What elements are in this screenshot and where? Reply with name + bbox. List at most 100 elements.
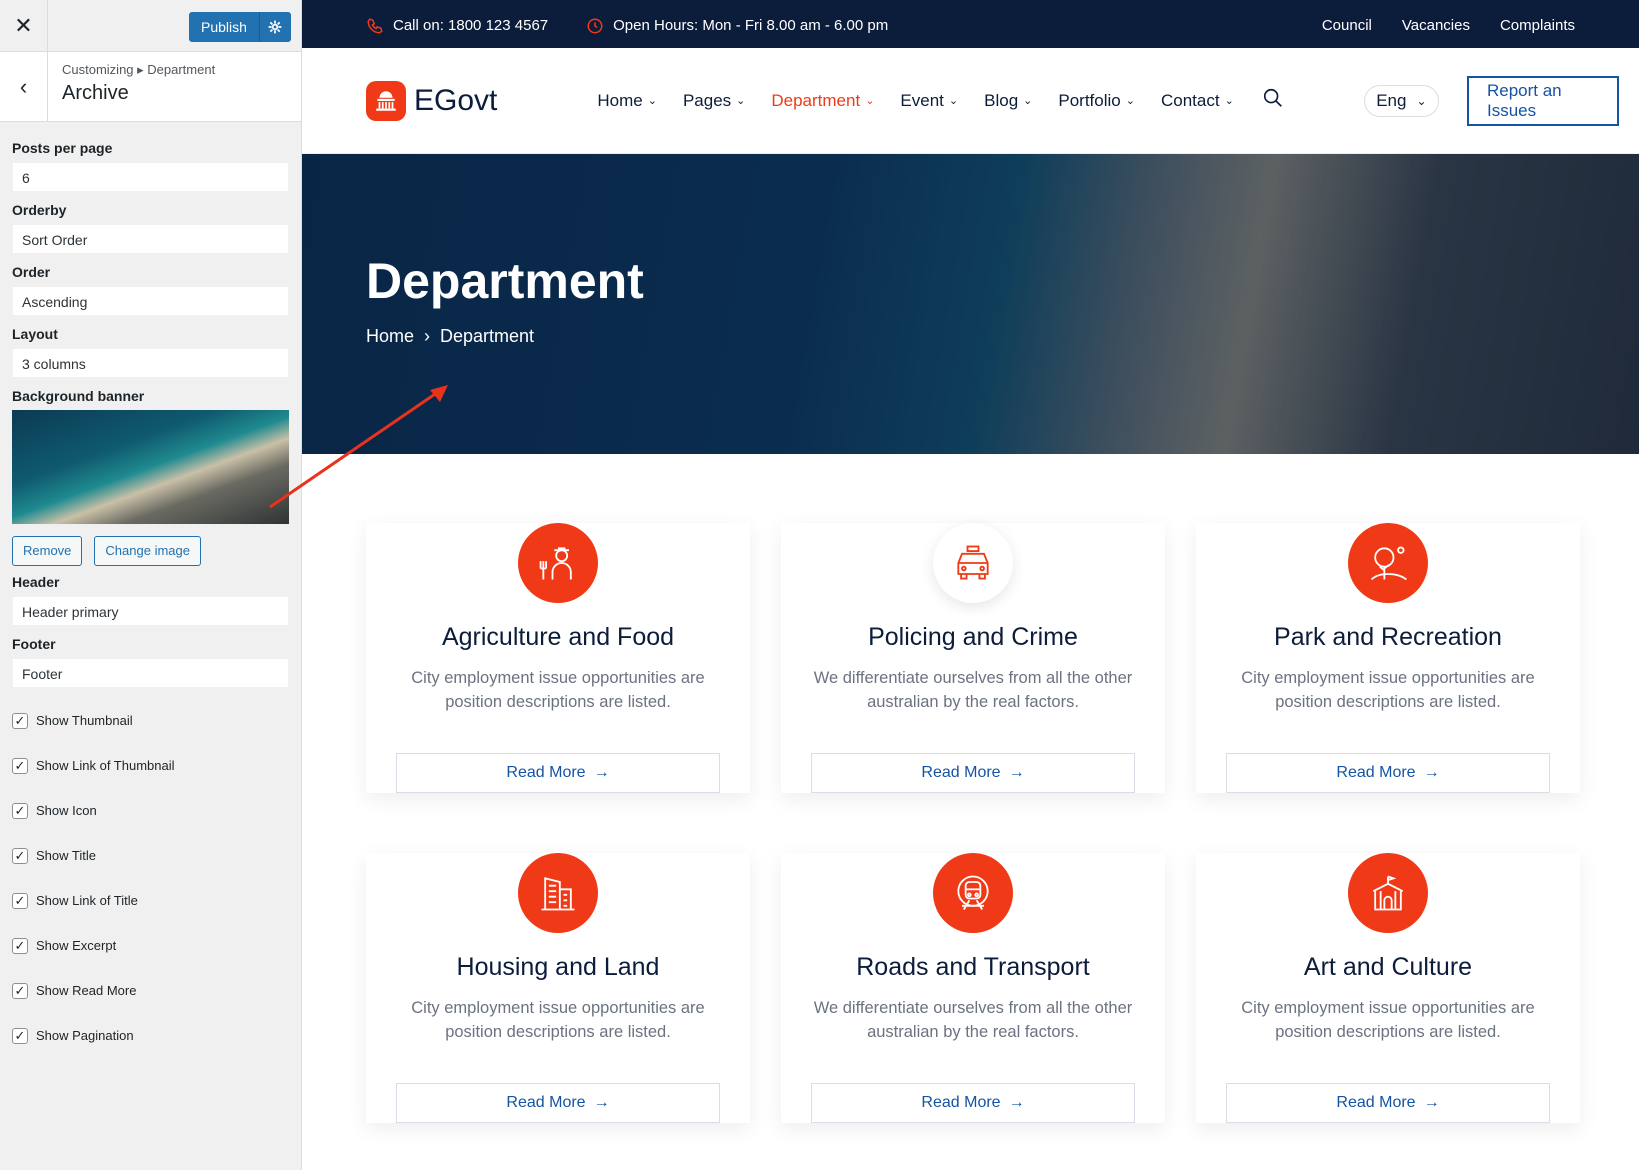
park-tree-icon[interactable]: [1348, 523, 1428, 603]
back-icon[interactable]: ‹: [0, 52, 48, 121]
police-car-icon[interactable]: [933, 523, 1013, 603]
banner-thumbnail[interactable]: [12, 410, 289, 524]
card-title[interactable]: Housing and Land: [366, 953, 750, 982]
chevron-down-icon: ⌄: [1023, 95, 1033, 107]
change-image-button[interactable]: Change image: [94, 536, 201, 566]
read-more-button[interactable]: Read More →: [396, 1083, 720, 1123]
show-title-checkbox[interactable]: ✓ Show Title: [12, 833, 289, 878]
department-card: Agriculture and Food City employment iss…: [366, 523, 750, 793]
close-icon[interactable]: ✕: [0, 0, 48, 52]
card-excerpt: We differentiate ourselves from all the …: [813, 999, 1133, 1041]
show-icon-checkbox[interactable]: ✓ Show Icon: [12, 788, 289, 833]
menu-label: Portfolio: [1058, 90, 1121, 110]
tent-icon[interactable]: [1348, 853, 1428, 933]
show-link-of-thumbnail-checkbox[interactable]: ✓ Show Link of Thumbnail: [12, 743, 289, 788]
menu-department[interactable]: Department ⌄: [771, 91, 874, 111]
chevron-down-icon: ⌄: [647, 95, 657, 107]
check-icon[interactable]: ✓: [12, 1027, 28, 1044]
capitol-icon: [366, 80, 406, 121]
card-title[interactable]: Art and Culture: [1196, 953, 1580, 982]
breadcrumb-home[interactable]: Home: [366, 326, 414, 347]
check-icon[interactable]: ✓: [12, 937, 28, 954]
checkbox-label: Show Title: [36, 848, 96, 863]
menu-event[interactable]: Event ⌄: [900, 91, 958, 111]
card-title[interactable]: Agriculture and Food: [366, 623, 750, 652]
clock-icon: [587, 18, 603, 33]
read-more-button[interactable]: Read More →: [1226, 1083, 1550, 1123]
read-more-button[interactable]: Read More →: [396, 753, 720, 793]
department-card: Park and Recreation City employment issu…: [1196, 523, 1580, 793]
show-pagination-checkbox[interactable]: ✓ Show Pagination: [12, 1013, 289, 1058]
card-excerpt: City employment issue opportunities are …: [1241, 999, 1535, 1041]
read-more-label: Read More: [1336, 1094, 1416, 1111]
orderby-label: Orderby: [12, 202, 67, 218]
buildings-icon[interactable]: [518, 853, 598, 933]
show-thumbnail-checkbox[interactable]: ✓ Show Thumbnail: [12, 698, 289, 743]
read-more-button[interactable]: Read More →: [1226, 753, 1550, 793]
menu-portfolio[interactable]: Portfolio ⌄: [1058, 91, 1135, 111]
publish-button[interactable]: Publish: [189, 12, 259, 42]
site-logo[interactable]: EGovt: [366, 80, 497, 121]
read-more-button[interactable]: Read More →: [811, 1083, 1135, 1123]
vacancies-link[interactable]: Vacancies: [1402, 17, 1470, 34]
page-title: Department: [366, 253, 644, 309]
search-icon[interactable]: [1262, 87, 1284, 114]
check-icon[interactable]: ✓: [12, 757, 28, 774]
show-read-more-checkbox[interactable]: ✓ Show Read More: [12, 968, 289, 1013]
menu-blog[interactable]: Blog ⌄: [984, 91, 1032, 111]
train-icon[interactable]: [933, 853, 1013, 933]
read-more-label: Read More: [1336, 764, 1416, 781]
breadcrumb: Home › Department: [366, 326, 534, 347]
chevron-down-icon: ⌄: [1224, 95, 1234, 107]
check-icon[interactable]: ✓: [12, 802, 28, 819]
section-title: Archive: [62, 82, 129, 104]
header-select[interactable]: Header primary: [12, 596, 289, 626]
chevron-down-icon: ⌄: [1125, 95, 1135, 107]
check-icon[interactable]: ✓: [12, 892, 28, 909]
menu-pages[interactable]: Pages ⌄: [683, 91, 745, 111]
check-icon[interactable]: ✓: [12, 712, 28, 729]
language-select[interactable]: Eng ⌄: [1363, 84, 1439, 117]
menu-label: Home: [597, 90, 643, 110]
show-link-of-title-checkbox[interactable]: ✓ Show Link of Title: [12, 878, 289, 923]
menu-contact[interactable]: Contact ⌄: [1161, 91, 1234, 111]
card-excerpt: We differentiate ourselves from all the …: [813, 669, 1133, 711]
layout-label: Layout: [12, 326, 58, 342]
read-more-label: Read More: [506, 764, 586, 781]
department-card: Policing and Crime We differentiate ours…: [781, 523, 1165, 793]
menu-label: Pages: [682, 90, 732, 110]
order-select[interactable]: Ascending: [12, 286, 289, 316]
footer-select[interactable]: Footer: [12, 658, 289, 688]
check-icon[interactable]: ✓: [12, 982, 28, 999]
show-excerpt-checkbox[interactable]: ✓ Show Excerpt: [12, 923, 289, 968]
menu-label: Blog: [984, 90, 1019, 110]
check-icon[interactable]: ✓: [12, 847, 28, 864]
department-card: Art and Culture City employment issue op…: [1196, 853, 1580, 1123]
checkbox-label: Show Excerpt: [36, 938, 117, 953]
farmer-icon[interactable]: [518, 523, 598, 603]
hours-text: Open Hours: Mon - Fri 8.00 am - 6.00 pm: [613, 17, 889, 34]
council-link[interactable]: Council: [1322, 17, 1372, 34]
layout-select[interactable]: 3 columns: [12, 348, 289, 378]
orderby-select[interactable]: Sort Order: [12, 224, 289, 254]
order-control: Order Ascending: [12, 264, 289, 316]
read-more-button[interactable]: Read More →: [811, 753, 1135, 793]
posts-per-page-label: Posts per page: [12, 140, 113, 156]
hours-info: Open Hours: Mon - Fri 8.00 am - 6.00 pm: [586, 17, 888, 35]
posts-per-page-input[interactable]: 6: [12, 162, 289, 192]
gear-icon[interactable]: [258, 12, 291, 42]
card-excerpt: City employment issue opportunities are …: [411, 669, 705, 711]
remove-button[interactable]: Remove: [12, 536, 83, 566]
card-title[interactable]: Policing and Crime: [781, 623, 1165, 652]
background-banner-label: Background banner: [12, 388, 145, 404]
arrow-right-icon: →: [1008, 1094, 1025, 1111]
report-issues-button[interactable]: Report an Issues: [1466, 75, 1619, 126]
menu-home[interactable]: Home ⌄: [597, 91, 657, 111]
chevron-down-icon: ⌄: [865, 95, 875, 107]
phone-icon: [367, 17, 383, 34]
department-card: Roads and Transport We differentiate our…: [781, 853, 1165, 1123]
card-title[interactable]: Park and Recreation: [1196, 623, 1580, 652]
complaints-link[interactable]: Complaints: [1500, 17, 1575, 34]
card-title[interactable]: Roads and Transport: [781, 953, 1165, 982]
posts-per-page-control: Posts per page 6: [12, 140, 289, 192]
